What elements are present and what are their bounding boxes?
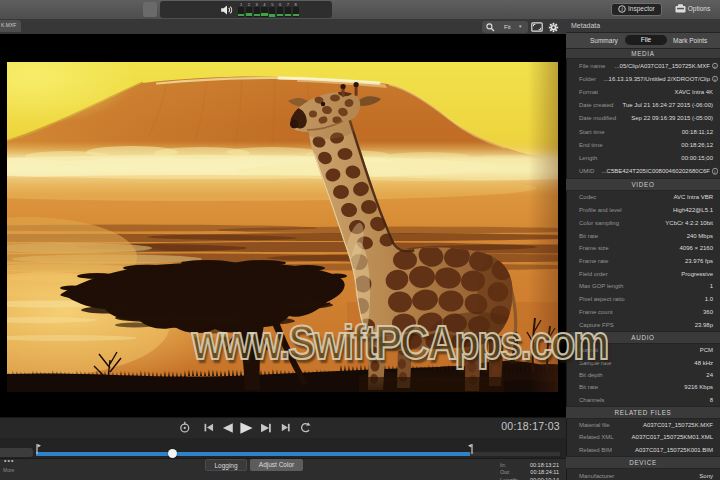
svg-text:i: i [621,6,623,12]
